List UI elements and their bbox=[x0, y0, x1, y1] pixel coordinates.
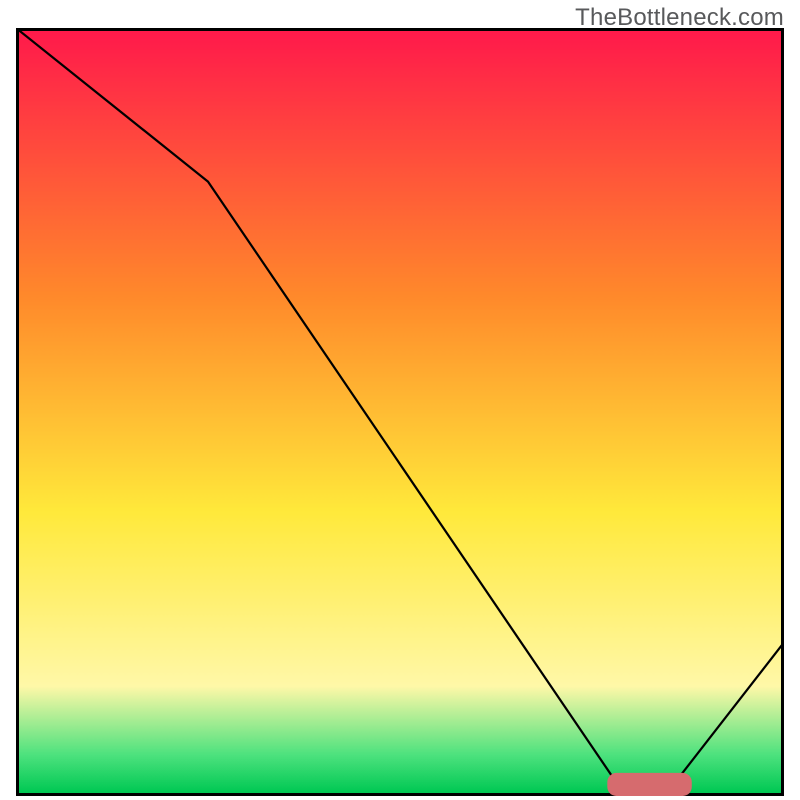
chart-canvas bbox=[19, 31, 781, 793]
chart-frame bbox=[16, 28, 784, 796]
